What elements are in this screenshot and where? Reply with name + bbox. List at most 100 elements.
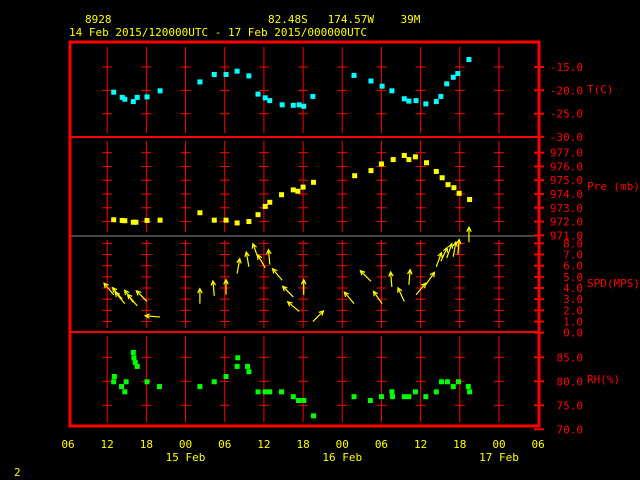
temperature-point — [255, 91, 261, 97]
humidity-point — [401, 394, 407, 400]
grid — [70, 47, 544, 431]
pressure-point — [290, 187, 296, 193]
y-tick-label: 976.0 — [550, 160, 583, 173]
x-tick-label: 12 — [101, 438, 114, 451]
humidity-point — [245, 363, 251, 369]
pressure-point — [401, 152, 407, 158]
wind-arrow — [244, 250, 250, 267]
temperature-point — [122, 96, 128, 102]
humidity-point — [246, 369, 252, 375]
x-tick-label: 06 — [375, 438, 388, 451]
pressure-point — [262, 203, 268, 209]
y-tick-label: -30.0 — [550, 131, 583, 144]
temperature-point — [301, 103, 307, 109]
pressure-point — [445, 182, 451, 188]
temperature-point — [450, 74, 456, 80]
wind-arrow — [135, 289, 148, 302]
pressure-point — [390, 157, 396, 163]
humidity-point — [433, 389, 439, 395]
wind-arrow-shaft — [114, 291, 126, 305]
humidity-point — [144, 379, 150, 385]
wind-arrow-shaft — [135, 290, 148, 302]
panel-label-pressure: Pre (mb) — [587, 180, 640, 193]
humidity-point — [389, 389, 395, 395]
temperature-point — [246, 73, 252, 79]
x-tick-label: 00 — [492, 438, 505, 451]
humidity-point — [223, 374, 229, 379]
pressure-point — [451, 185, 457, 191]
humidity-point — [351, 394, 357, 400]
temperature-point — [368, 78, 374, 84]
y-tick-label: -25.0 — [550, 108, 583, 121]
humidity-point — [255, 389, 261, 395]
temperature-point — [111, 89, 117, 95]
temperature-point — [290, 102, 296, 108]
wind-arrow — [236, 257, 242, 274]
y-tick-label: 973.0 — [550, 202, 583, 215]
temperature-point — [413, 98, 419, 104]
y-tick-label: 75.0 — [557, 399, 584, 412]
station-id: 8928 — [85, 13, 112, 26]
wind-arrow — [312, 309, 325, 322]
x-tick-label: 06 — [218, 438, 231, 451]
humidity-point — [156, 384, 162, 390]
temperature-point — [267, 98, 273, 104]
x-tick-label: 12 — [414, 438, 427, 451]
humidity-point — [450, 384, 456, 390]
humidity-point — [467, 389, 473, 395]
temperature-point — [379, 83, 385, 89]
temperature-point — [310, 93, 316, 99]
temperature-point — [296, 102, 302, 108]
y-tick-label: 974.0 — [550, 188, 583, 201]
humidity-point — [122, 389, 128, 395]
wind-arrow — [286, 300, 300, 312]
day-label: 16 Feb — [322, 451, 362, 464]
wind-arrow-shaft — [282, 285, 294, 298]
x-tick-label: 00 — [179, 438, 192, 451]
wind-arrow — [359, 269, 372, 282]
wind-arrow — [197, 287, 203, 304]
humidity-point — [423, 394, 429, 400]
pressure-point — [144, 217, 150, 223]
x-tick-label: 12 — [257, 438, 270, 451]
pressure-point — [246, 219, 252, 225]
temperature-point — [444, 81, 450, 87]
humidity-point — [235, 355, 241, 361]
wind-arrow — [210, 279, 217, 296]
wind-arrow — [114, 291, 126, 305]
pressure-point — [111, 217, 117, 223]
pressure-point — [412, 154, 418, 160]
temperature-point — [197, 79, 203, 85]
pressure-point — [423, 160, 429, 166]
x-tick-label: 06 — [532, 438, 545, 451]
x-tick-label: 18 — [296, 438, 309, 451]
pressure-point — [300, 184, 306, 190]
temperature-point — [134, 94, 140, 100]
data-marks — [103, 57, 473, 419]
temperature-point — [423, 101, 429, 107]
humidity-point — [378, 394, 384, 400]
temperature-point — [211, 71, 217, 77]
humidity-point — [439, 379, 445, 385]
pressure-point — [279, 192, 285, 198]
pressure-point — [157, 217, 163, 223]
x-tick-label: 18 — [453, 438, 466, 451]
humidity-point — [412, 389, 418, 395]
humidity-point — [301, 398, 307, 403]
x-tick-label: 00 — [336, 438, 349, 451]
wind-arrow — [266, 248, 272, 265]
y-tick-label: -20.0 — [550, 84, 583, 97]
pressure-point — [311, 179, 317, 185]
temperature-point — [351, 72, 357, 78]
axis-labels: -15.0-20.0-25.0-30.0T(C)977.0976.0975.09… — [61, 61, 640, 464]
y-tick-label: 977.0 — [550, 147, 583, 160]
panel-label-humidity: RH(%) — [587, 373, 620, 386]
temperature-point — [389, 88, 395, 94]
humidity-point — [390, 394, 396, 400]
humidity-point — [262, 389, 268, 395]
pressure-point — [406, 157, 412, 163]
humidity-point — [134, 363, 140, 369]
wind-arrow — [143, 313, 161, 319]
y-tick-label: -15.0 — [550, 61, 583, 74]
wind-arrow-shaft — [343, 291, 355, 305]
